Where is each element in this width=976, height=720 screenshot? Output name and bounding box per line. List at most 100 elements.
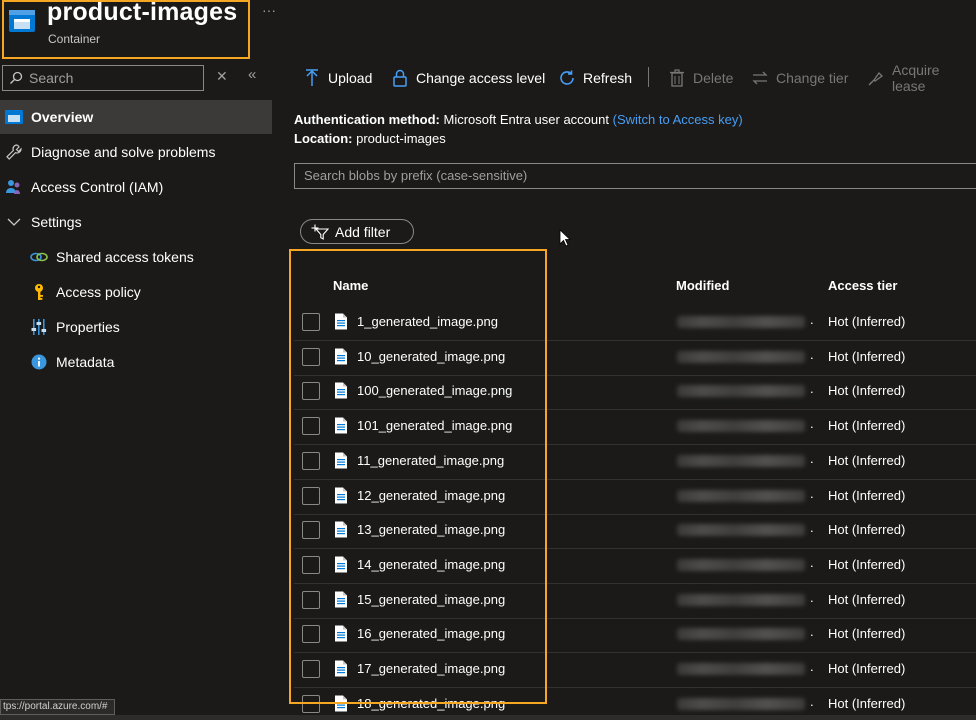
modified-separator: . [810,590,814,605]
change-tier-button[interactable]: Change tier [751,66,848,90]
sidebar-search-placeholder: Search [29,70,74,86]
modified-value-redacted [677,594,805,606]
sidebar-item-label: Diagnose and solve problems [31,144,216,160]
mouse-cursor-icon [559,229,571,247]
modified-separator: . [810,555,814,570]
bottom-bar [0,715,976,720]
modified-value-redacted [677,698,805,710]
sidebar-item-metadata[interactable]: Metadata [0,345,272,379]
chevron-down-icon [5,213,23,231]
modified-value-redacted [677,420,805,432]
modified-value-redacted [677,663,805,675]
acquire-lease-label: Acquire lease [892,62,940,94]
column-header-modified[interactable]: Modified [676,278,729,293]
search-icon [10,71,23,84]
change-access-level-label: Change access level [416,70,546,86]
container-icon [5,108,23,126]
key-icon [30,283,48,301]
modified-separator: . [810,347,814,362]
access-tier-value: Hot (Inferred) [828,522,906,537]
access-tier-value: Hot (Inferred) [828,453,906,468]
modified-value-redacted [677,490,805,502]
modified-value-redacted [677,628,805,640]
sidebar-item-iam[interactable]: Access Control (IAM) [0,170,272,204]
upload-icon [303,69,321,87]
modified-separator: . [810,416,814,431]
sidebar-item-access-policy[interactable]: Access policy [0,275,272,309]
acquire-lease-button[interactable]: Acquire lease [867,62,976,94]
delete-label: Delete [693,70,734,86]
sidebar-item-label: Shared access tokens [56,249,194,265]
modified-value-redacted [677,559,805,571]
access-tier-value: Hot (Inferred) [828,696,906,711]
sidebar-item-overview[interactable]: Overview [0,100,272,134]
access-tier-value: Hot (Inferred) [828,661,906,676]
sidebar-item-label: Access Control (IAM) [31,179,164,195]
sidebar-item-properties[interactable]: Properties [0,310,272,344]
modified-value-redacted [677,524,805,536]
sidebar-item-label: Properties [56,319,120,335]
filter-add-icon [311,224,329,240]
sidebar-group-settings[interactable]: Settings [0,205,272,239]
access-tier-value: Hot (Inferred) [828,314,906,329]
change-tier-label: Change tier [776,70,849,86]
sliders-icon [30,318,48,336]
access-tier-value: Hot (Inferred) [828,418,906,433]
access-tier-value: Hot (Inferred) [828,626,906,641]
name-column-highlight-box [289,249,547,704]
access-tier-value: Hot (Inferred) [828,383,906,398]
modified-separator: . [810,486,814,501]
swap-arrows-icon [751,69,769,87]
sidebar-item-shared-access-tokens[interactable]: Shared access tokens [0,240,272,274]
status-bar-url: tps://portal.azure.com/# [0,699,115,715]
storage-container-page: product-images Container ··· Search ✕ « … [0,0,976,720]
change-access-level-button[interactable]: Change access level [391,66,545,90]
refresh-label: Refresh [583,70,633,86]
access-tier-value: Hot (Inferred) [828,557,906,572]
modified-value-redacted [677,351,805,363]
auth-method-label: Authentication method: [294,112,440,127]
auth-method-value: Microsoft Entra user account [443,112,609,127]
location-label: Location: [294,131,353,146]
location-line: Location: product-images [294,131,446,146]
more-options-button[interactable]: ··· [262,2,276,18]
modified-separator: . [810,520,814,535]
add-filter-button[interactable]: Add filter [300,219,414,244]
add-filter-label: Add filter [335,223,391,240]
modified-value-redacted [677,455,805,467]
modified-separator: . [810,312,814,327]
column-header-access-tier[interactable]: Access tier [828,278,897,293]
collapse-sidebar-button[interactable]: « [248,66,256,83]
sidebar-item-label: Metadata [56,354,115,370]
sidebar-item-label: Overview [31,109,94,125]
modified-separator: . [810,451,814,466]
info-icon [30,353,48,371]
trash-icon [668,69,686,87]
access-tier-value: Hot (Inferred) [828,488,906,503]
upload-button[interactable]: Upload [303,66,372,90]
people-icon [5,178,23,196]
switch-to-access-key-link[interactable]: (Switch to Access key) [613,112,743,127]
location-value: product-images [356,131,446,146]
auth-method-line: Authentication method: Microsoft Entra u… [294,112,743,127]
lock-icon [391,69,409,87]
refresh-button[interactable]: Refresh [558,66,632,90]
modified-separator: . [810,694,814,709]
sidebar-search-input[interactable]: Search [2,65,204,91]
modified-separator: . [810,624,814,639]
toolbar-divider [648,67,649,87]
access-tier-value: Hot (Inferred) [828,592,906,607]
lease-icon [867,69,885,87]
sidebar-item-label: Settings [31,214,82,230]
sidebar-item-label: Access policy [56,284,141,300]
sidebar-item-diagnose[interactable]: Diagnose and solve problems [0,135,272,169]
upload-label: Upload [328,70,373,86]
link-icon [30,248,48,266]
blob-prefix-search-input[interactable]: Search blobs by prefix (case-sensitive) [294,163,976,189]
wrench-icon [5,143,23,161]
modified-separator: . [810,659,814,674]
refresh-icon [558,69,576,87]
access-tier-value: Hot (Inferred) [828,349,906,364]
clear-search-button[interactable]: ✕ [216,68,228,85]
delete-button[interactable]: Delete [668,66,733,90]
